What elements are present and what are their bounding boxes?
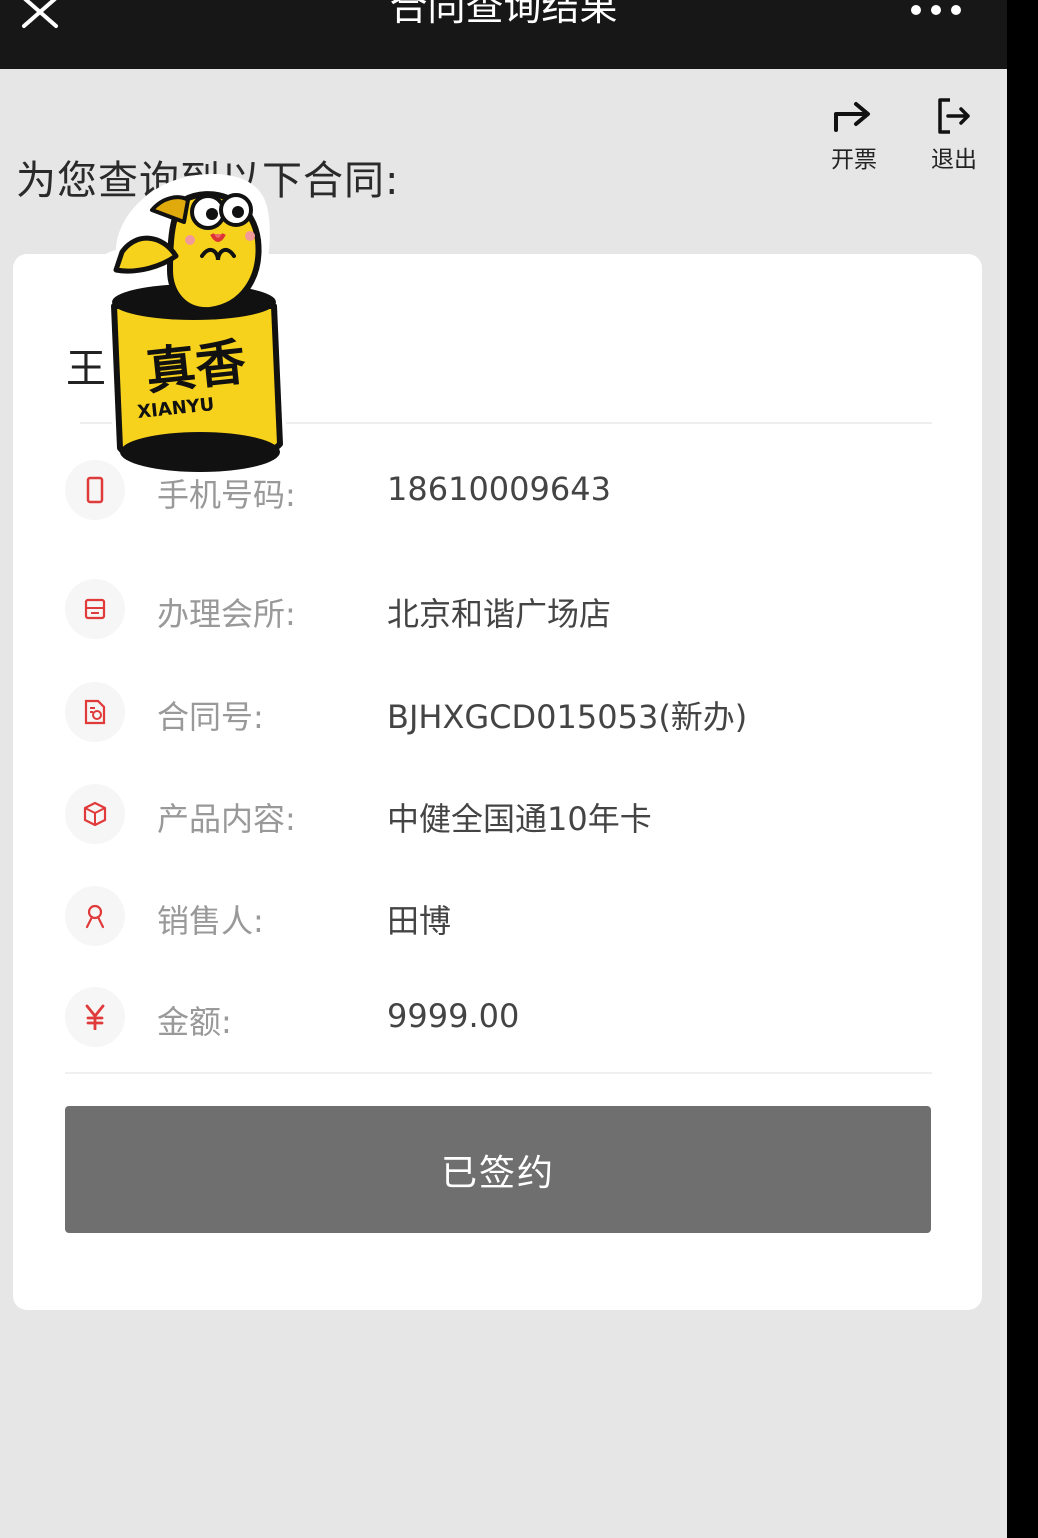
rows-divider [65,1072,932,1074]
contract-value: BJHXGCD015053(新办) [387,698,748,736]
logout-button[interactable]: 退出 [914,96,994,174]
contract-row: 合同号: BJHXGCD015053(新办) [65,678,935,748]
product-row: 产品内容: 中健全国通10年卡 [65,780,935,850]
logout-label: 退出 [931,147,977,173]
store-icon [65,579,125,639]
product-value: 中健全国通10年卡 [387,800,652,838]
person-icon [65,886,125,946]
sales-value: 田博 [387,902,452,940]
store-row: 办理会所: 北京和谐广场店 [65,575,935,645]
sales-row: 销售人: 田博 [65,882,935,952]
arrow-right-icon [834,102,870,132]
xianyu-sticker: 真香 XIANYU [96,173,288,475]
page-title: 合同查询结果 [389,0,618,29]
store-label: 办理会所: [157,595,296,633]
amount-label: 金额: [157,1003,232,1041]
phone-value: 18610009643 [387,470,611,508]
amount-row: 金额: 9999.00 [65,983,935,1053]
sales-label: 销售人: [157,902,264,940]
store-value: 北京和谐广场店 [387,595,612,633]
sticker-title: 真香 [143,333,249,401]
invoice-label: 开票 [831,147,877,173]
box-icon [65,784,125,844]
app-screen: 合同查询结果 开票 退出 为您查询到以下合同: 王 手机号码: 18610009… [0,0,1007,1538]
more-icon[interactable] [906,2,966,18]
top-navbar: 合同查询结果 [0,0,1007,69]
contract-icon [65,682,125,742]
contract-label: 合同号: [157,698,264,736]
yuan-icon [65,987,125,1047]
amount-value: 9999.00 [387,997,520,1035]
product-label: 产品内容: [157,800,296,838]
signed-status-button[interactable]: 已签约 [65,1106,931,1233]
logout-icon [938,98,970,134]
invoice-button[interactable]: 开票 [814,100,894,174]
